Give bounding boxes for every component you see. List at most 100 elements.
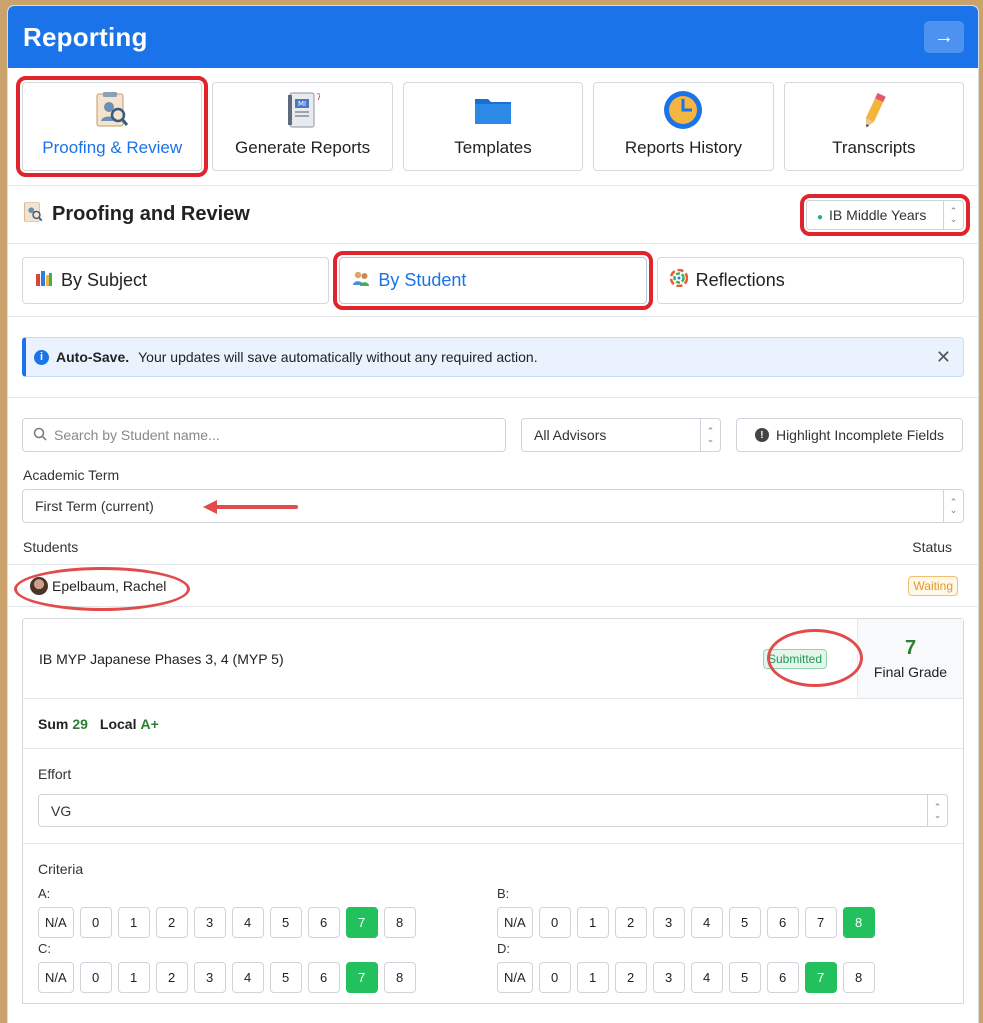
score-button[interactable]: 4	[690, 907, 723, 938]
books-icon	[35, 269, 53, 292]
students-table-header: Students Status	[8, 523, 978, 565]
student-row[interactable]: Epelbaum, Rachel Waiting	[8, 565, 978, 611]
score-button[interactable]: 8	[383, 962, 416, 993]
score-button[interactable]: 5	[728, 962, 761, 993]
student-name: Epelbaum, Rachel	[52, 577, 167, 594]
auto-save-alert: i Auto-Save. Your updates will save auto…	[22, 337, 964, 377]
select-arrows-icon: ⌃ ⌄	[943, 490, 963, 522]
score-button[interactable]: 8	[842, 907, 875, 938]
score-button[interactable]: 8	[842, 962, 875, 993]
reporting-panel: Reporting → Proofing & Review MI 7 Genera…	[8, 6, 978, 1023]
highlight-incomplete-button[interactable]: ! Highlight Incomplete Fields	[736, 418, 963, 452]
score-button[interactable]: 0	[538, 907, 571, 938]
score-buttons: N/A 0 1 2 3 4 5 6 7 8	[38, 962, 497, 993]
pencil-icon	[854, 90, 894, 130]
score-button[interactable]: 0	[79, 907, 112, 938]
score-button[interactable]: 2	[614, 962, 647, 993]
students-icon	[352, 269, 370, 292]
score-button[interactable]: 7	[804, 907, 837, 938]
select-arrows-icon: ⌃ ⌄	[700, 419, 720, 451]
score-button[interactable]: 7	[345, 962, 378, 993]
score-button[interactable]: N/A	[38, 962, 74, 993]
tab-by-subject[interactable]: By Subject	[22, 257, 330, 304]
score-button[interactable]: 2	[614, 907, 647, 938]
submitted-badge: Submitted	[762, 649, 827, 669]
alert-message: Your updates will save automatically wit…	[138, 349, 538, 365]
term-label: Academic Term	[23, 467, 120, 483]
program-value: IB Middle Years	[829, 206, 927, 223]
score-button[interactable]: N/A	[497, 907, 533, 938]
score-button[interactable]: 4	[690, 962, 723, 993]
score-button[interactable]: N/A	[38, 907, 74, 938]
score-button[interactable]: 3	[193, 962, 226, 993]
collapse-arrow-button[interactable]: →	[924, 21, 964, 53]
criterion: D: N/A 0 1 2 3 4 5 6 7 8	[497, 941, 956, 993]
alert-section: i Auto-Save. Your updates will save auto…	[8, 317, 978, 398]
course-name: IB MYP Japanese Phases 3, 4 (MYP 5)	[39, 650, 284, 667]
criteria-label: Criteria	[38, 861, 84, 877]
tile-reports-history[interactable]: Reports History	[593, 82, 774, 171]
close-icon[interactable]: ✕	[936, 347, 951, 368]
tab-reflections[interactable]: Reflections	[656, 257, 964, 304]
tile-generate-reports[interactable]: MI 7 Generate Reports	[212, 82, 393, 171]
criterion-label: C:	[38, 941, 51, 956]
score-button[interactable]: 2	[155, 907, 188, 938]
score-button[interactable]: 5	[269, 962, 302, 993]
score-button[interactable]: 2	[155, 962, 188, 993]
score-button[interactable]: 0	[79, 962, 112, 993]
score-button[interactable]: 3	[193, 907, 226, 938]
score-button[interactable]: 1	[576, 962, 609, 993]
effort-value: VG	[51, 802, 72, 819]
highlight-label: Highlight Incomplete Fields	[775, 427, 945, 443]
criterion: C: N/A 0 1 2 3 4 5 6 7 8	[38, 941, 497, 993]
score-button[interactable]: 5	[269, 907, 302, 938]
score-button[interactable]: 3	[652, 962, 685, 993]
select-arrows-icon: ⌃ ⌄	[927, 795, 947, 826]
score-button[interactable]: 6	[307, 962, 340, 993]
score-button[interactable]: 4	[231, 962, 264, 993]
search-icon	[33, 427, 47, 444]
program-select[interactable]: ● IB Middle Years ⌃ ⌄	[800, 193, 970, 236]
score-button[interactable]: 6	[307, 907, 340, 938]
tile-label: Templates	[454, 138, 532, 157]
reporting-tiles: Proofing & Review MI 7 Generate Reports T…	[8, 68, 978, 186]
advisor-select[interactable]: All Advisors ⌃ ⌄	[521, 418, 721, 452]
score-button[interactable]: 6	[766, 907, 799, 938]
academic-term-select[interactable]: First Term (current) ⌃ ⌄	[22, 489, 964, 523]
criteria-grid: A: N/A 0 1 2 3 4 5 6 7 8 B: N/A 0 1 2 3 4 5 6 7 8 C: N/A 0 1 2 3 4 5 6…	[38, 886, 948, 993]
score-button[interactable]: 7	[804, 962, 837, 993]
score-button[interactable]: 4	[231, 907, 264, 938]
criteria-section: Criteria A: N/A 0 1 2 3 4 5 6 7 8 B: N/A 0 1 2 3 4 5 6 7 8 C: N…	[23, 844, 963, 1003]
svg-text:MI: MI	[298, 100, 306, 108]
tile-label: Transcripts	[832, 138, 916, 157]
status-badge: Waiting	[908, 575, 958, 596]
local-label: Local	[99, 715, 137, 732]
tile-proofing-review[interactable]: Proofing & Review	[15, 76, 209, 177]
select-arrows-icon: ⌃ ⌄	[943, 200, 963, 229]
annotation-arrow	[203, 500, 298, 514]
score-button[interactable]: 8	[383, 907, 416, 938]
tile-label: Reports History	[624, 138, 742, 157]
sum-row: Sum 29 Local A+	[23, 699, 963, 749]
score-button[interactable]: 0	[538, 962, 571, 993]
effort-select[interactable]: VG ⌃ ⌄	[38, 794, 948, 827]
folder-icon	[473, 90, 513, 130]
tile-templates[interactable]: Templates	[402, 82, 584, 171]
tab-by-student[interactable]: By Student	[333, 251, 653, 310]
course-name-cell: IB MYP Japanese Phases 3, 4 (MYP 5) Subm…	[23, 619, 863, 698]
sum-value: 29	[72, 715, 88, 732]
score-button[interactable]: 1	[117, 907, 150, 938]
score-button[interactable]: 3	[652, 907, 685, 938]
score-button[interactable]: 7	[345, 907, 378, 938]
alert-title: Auto-Save.	[56, 349, 130, 365]
score-button[interactable]: 6	[766, 962, 799, 993]
score-button[interactable]: 5	[728, 907, 761, 938]
section-title: Proofing and Review	[52, 203, 250, 225]
score-button[interactable]: 1	[576, 907, 609, 938]
avatar	[30, 576, 48, 595]
score-button[interactable]: N/A	[497, 962, 533, 993]
col-students: Students	[23, 539, 79, 555]
student-search-input[interactable]: Search by Student name...	[22, 418, 506, 452]
tile-transcripts[interactable]: Transcripts	[783, 82, 965, 171]
score-button[interactable]: 1	[117, 962, 150, 993]
